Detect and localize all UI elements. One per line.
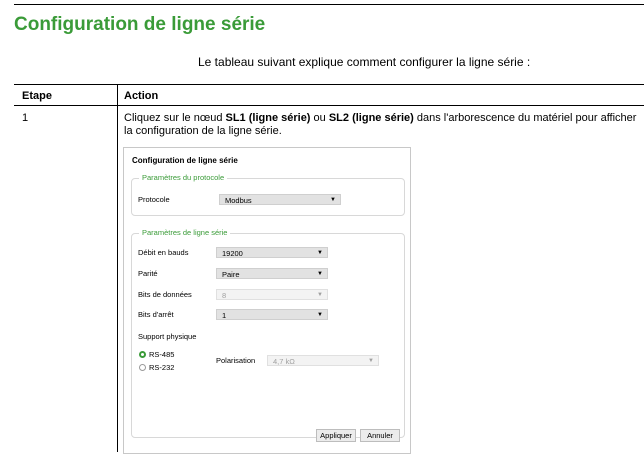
serial-line-group: Paramètres de ligne série Débit en bauds… (131, 228, 405, 438)
page-title: Configuration de ligne série (14, 14, 266, 35)
chevron-down-icon: ▼ (317, 250, 323, 256)
data-bits-select: 8 ▼ (216, 289, 328, 300)
steps-table: Etape Action 1 Cliquez sur le nœud SL1 (… (14, 84, 644, 454)
sl2-node-label: SL2 (ligne série) (328, 112, 414, 124)
intro-text: Le tableau suivant explique comment conf… (198, 55, 531, 69)
top-rule (14, 4, 644, 5)
apply-button[interactable]: Appliquer (316, 429, 356, 442)
data-bits-label: Bits de données (138, 290, 192, 299)
rs232-label: RS-232 (149, 363, 175, 372)
rs485-radio[interactable] (139, 351, 146, 358)
serial-line-group-legend: Paramètres de ligne série (139, 228, 231, 237)
protocol-select[interactable]: Modbus ▼ (219, 194, 341, 205)
sl1-node-label: SL1 (ligne série) (225, 112, 311, 124)
stop-bits-select[interactable]: 1 ▼ (216, 309, 328, 320)
step-description: Cliquez sur le nœud SL1 (ligne série) ou… (124, 112, 637, 137)
chevron-down-icon: ▼ (317, 292, 323, 298)
rs232-radio[interactable] (139, 364, 146, 371)
step-number: 1 (22, 112, 29, 124)
dialog-title: Configuration de ligne série (132, 156, 238, 165)
protocol-group-legend: Paramètres du protocole (139, 173, 228, 182)
physical-support-label: Support physique (138, 332, 197, 341)
table-header-row: Etape Action (14, 85, 644, 106)
baud-rate-select[interactable]: 19200 ▼ (216, 247, 328, 258)
serial-line-config-dialog: Configuration de ligne série Paramètres … (123, 147, 411, 454)
parity-select[interactable]: Paire ▼ (216, 268, 328, 279)
parity-label: Parité (138, 269, 158, 278)
polarisation-select: 4,7 kΩ ▼ (267, 355, 379, 366)
chevron-down-icon: ▼ (317, 271, 323, 277)
column-divider (117, 85, 118, 452)
chevron-down-icon: ▼ (368, 358, 374, 364)
stop-bits-label: Bits d'arrêt (138, 310, 174, 319)
header-step: Etape (22, 90, 52, 102)
baud-rate-label: Débit en bauds (138, 248, 189, 257)
chevron-down-icon: ▼ (330, 197, 336, 203)
rs485-label: RS-485 (149, 350, 175, 359)
cancel-button[interactable]: Annuler (360, 429, 400, 442)
chevron-down-icon: ▼ (317, 312, 323, 318)
protocol-group: Paramètres du protocole Protocole Modbus… (131, 173, 405, 216)
polarisation-label: Polarisation (216, 356, 256, 365)
protocol-label: Protocole (138, 195, 170, 204)
header-action: Action (124, 90, 159, 102)
